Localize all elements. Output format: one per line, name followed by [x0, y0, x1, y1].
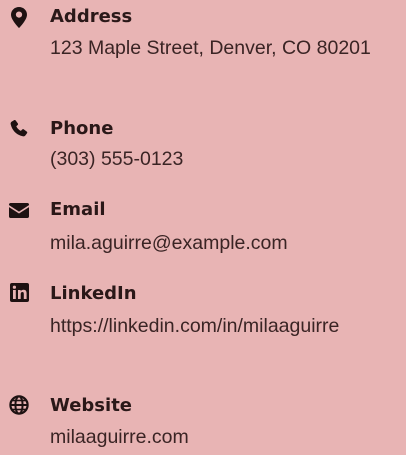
phone-icon [8, 118, 30, 140]
contact-info-list: Address 123 Maple Street, Denver, CO 802… [0, 0, 406, 455]
phone-label: Phone [50, 118, 114, 139]
email-label: Email [50, 199, 106, 220]
website-value: milaaguirre.com [50, 426, 189, 448]
address-label: Address [50, 6, 133, 27]
envelope-icon [8, 199, 30, 221]
linkedin-label: LinkedIn [50, 283, 137, 304]
linkedin-icon [8, 281, 30, 303]
email-link[interactable]: mila.aguirre@example.com [50, 228, 395, 258]
linkedin-value: https://linkedin.com/in/milaaguirre [50, 315, 340, 337]
website-label: Website [50, 395, 133, 416]
email-value: mila.aguirre@example.com [50, 232, 288, 254]
website-link[interactable]: milaaguirre.com [50, 422, 395, 452]
map-pin-icon [8, 6, 30, 28]
phone-link[interactable]: (303) 555-0123 [50, 144, 395, 174]
phone-value: (303) 555-0123 [50, 148, 184, 170]
linkedin-link[interactable]: https://linkedin.com/in/milaaguirre [50, 311, 395, 341]
address-value: 123 Maple Street, Denver, CO 80201 [50, 37, 371, 59]
globe-icon [8, 394, 30, 416]
